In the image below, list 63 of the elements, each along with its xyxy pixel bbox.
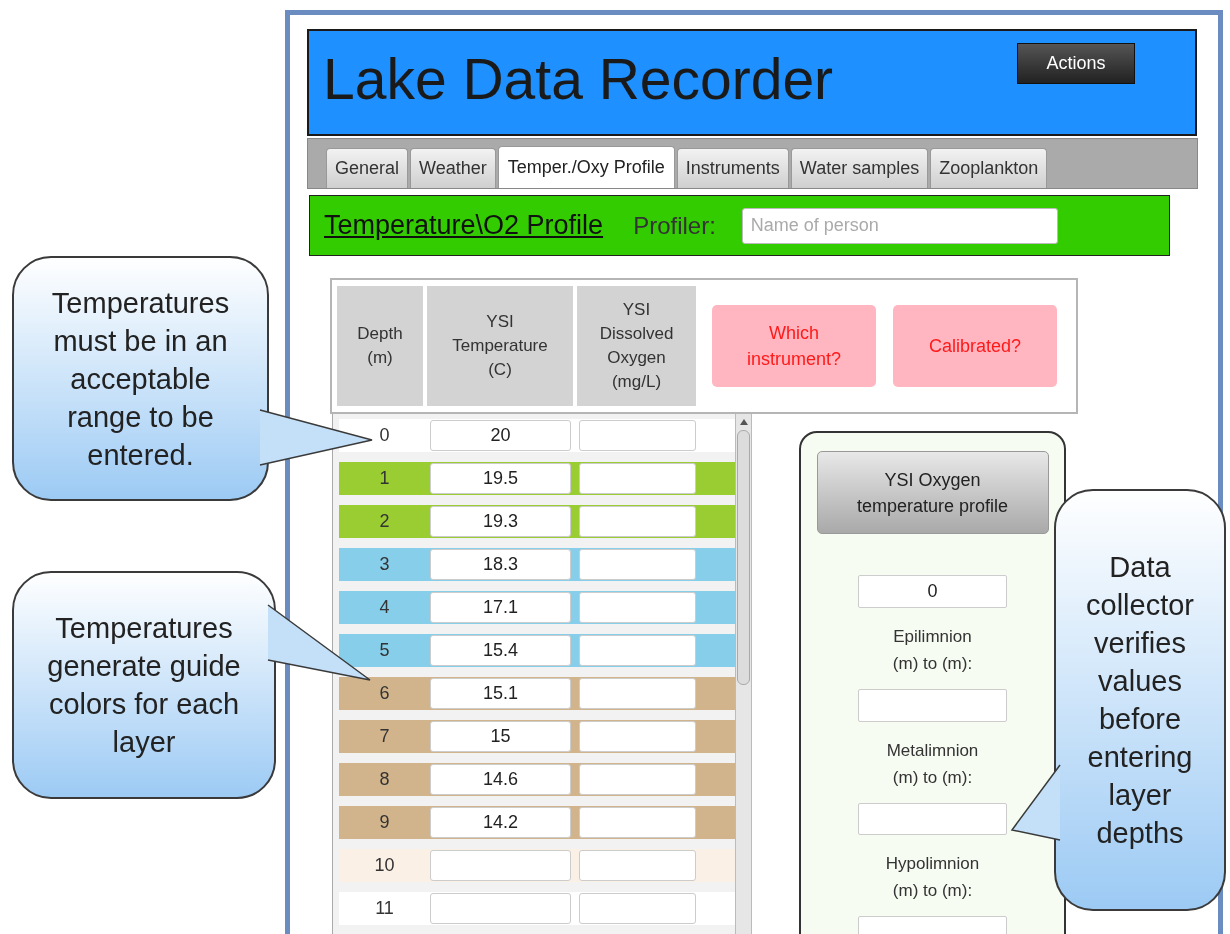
layer-depth-field[interactable] [858,688,1007,722]
tab[interactable]: Instruments [676,148,789,188]
temperature-field[interactable] [430,893,571,924]
tab[interactable]: Weather [410,148,496,188]
layer-depth-field[interactable] [858,802,1007,836]
depth-label: 2 [379,510,390,533]
oxygen-field[interactable] [579,893,696,924]
depth-field[interactable]: 0 [858,575,1007,608]
depth-label: 10 [374,854,395,877]
column-header: Depth (m) [337,286,423,406]
oxygen-field[interactable] [579,721,696,752]
temperature-field[interactable]: 14.6 [430,764,571,795]
layer-label: Hypolimnion (m) to (m): [885,853,980,903]
section-title: Temperature\O2 Profile [324,209,604,243]
temperature-field[interactable]: 15 [430,721,571,752]
oxygen-field[interactable] [579,592,696,623]
depth-label: 0 [379,424,390,447]
column-header: YSI Temperature (C) [427,286,573,406]
depth-label: 3 [379,553,390,576]
callout-text: Data collector verifies values before entering layer depths [1086,550,1194,851]
temperature-field[interactable]: 19.5 [430,463,571,494]
oxygen-field[interactable] [579,764,696,795]
tab[interactable]: Zooplankton [930,148,1048,188]
tab[interactable]: Water samples [790,148,929,188]
depth-label: 9 [379,811,390,834]
oxygen-field[interactable] [579,506,696,537]
temperature-field[interactable]: 18.3 [430,549,571,580]
depth-label: 6 [379,682,390,705]
temperature-field[interactable]: 15.4 [430,635,571,666]
depth-label: 1 [379,467,390,490]
column-header: YSI Dissolved Oxygen (mg/L) [577,286,696,406]
oxygen-field[interactable] [579,850,696,881]
oxygen-field[interactable] [579,678,696,709]
profiler-field[interactable]: Name of person [741,207,1058,244]
actions-button[interactable]: Actions [1017,43,1135,84]
depth-label: 4 [379,596,390,619]
callout-text: Temperatures must be in an acceptable range to be entered. [51,285,230,473]
callout-text: Temperatures generate guide colors for each layer [47,611,241,760]
temperature-field[interactable]: 14.2 [430,807,571,838]
tab[interactable]: Temper./Oxy Profile [497,146,675,188]
profile-button[interactable]: YSI Oxygen temperature profile [816,451,1049,535]
scrollbar-thumb[interactable] [737,430,750,685]
tab[interactable]: General [326,148,409,188]
temperature-field[interactable]: 19.3 [430,506,571,537]
depth-label: 5 [379,639,390,662]
depth-label: 8 [379,768,390,791]
temperature-field[interactable]: 20 [430,420,571,451]
temperature-field[interactable]: 17.1 [430,592,571,623]
temperature-field[interactable]: 15.1 [430,678,571,709]
layer-label: Metalimnion (m) to (m): [886,739,979,789]
layer-label: Epilimnion (m) to (m): [892,625,973,675]
depth-label: 11 [375,897,394,920]
oxygen-field[interactable] [579,420,696,451]
app-title: Lake Data Recorder [323,51,834,108]
oxygen-field[interactable] [579,549,696,580]
oxygen-field[interactable] [579,463,696,494]
oxygen-field[interactable] [579,635,696,666]
depth-label: 7 [379,725,390,748]
scrollbar[interactable] [735,414,752,934]
temperature-field[interactable] [430,850,571,881]
oxygen-field[interactable] [579,807,696,838]
scroll-up-icon[interactable] [738,418,749,426]
profiler-label: Profiler: [633,210,716,241]
